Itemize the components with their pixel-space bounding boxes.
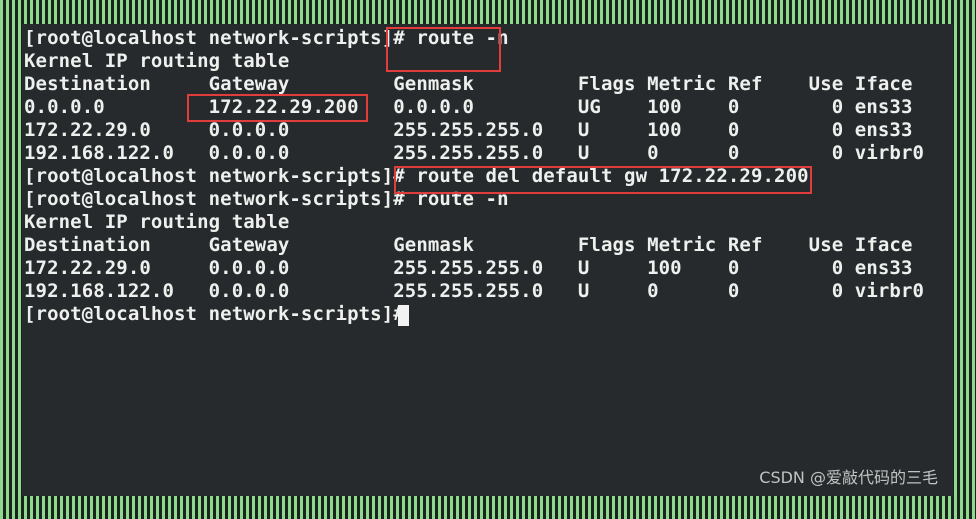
highlight-box-gateway [187, 94, 368, 122]
highlight-box-del-cmd [394, 166, 812, 194]
terminal-line-table-header-1: Destination Gateway Genmask Flags Metric… [24, 73, 913, 95]
watermark: CSDN @爱敲代码的三毛 [759, 468, 938, 487]
terminal-line-table-title-1: Kernel IP routing table [24, 50, 290, 72]
terminal-line-table-title-2: Kernel IP routing table [24, 211, 290, 233]
terminal-line-route-row: 192.168.122.0 0.0.0.0 255.255.255.0 U 0 … [24, 280, 925, 302]
text-cursor [398, 305, 409, 326]
terminal-line-prompt-4[interactable]: [root@localhost network-scripts]# [24, 303, 416, 326]
terminal-line-route-row: 172.22.29.0 0.0.0.0 255.255.255.0 U 100 … [24, 119, 913, 141]
terminal-line-route-row: 172.22.29.0 0.0.0.0 255.255.255.0 U 100 … [24, 257, 913, 279]
terminal-line-route-row: 192.168.122.0 0.0.0.0 255.255.255.0 U 0 … [24, 142, 925, 164]
highlight-box-route-cmd [386, 27, 501, 72]
terminal-window[interactable]: [root@localhost network-scripts]# route … [22, 24, 953, 496]
terminal-line-route-row: 0.0.0.0 172.22.29.200 0.0.0.0 UG 100 0 0… [24, 96, 913, 118]
terminal-line-table-header-2: Destination Gateway Genmask Flags Metric… [24, 234, 913, 256]
